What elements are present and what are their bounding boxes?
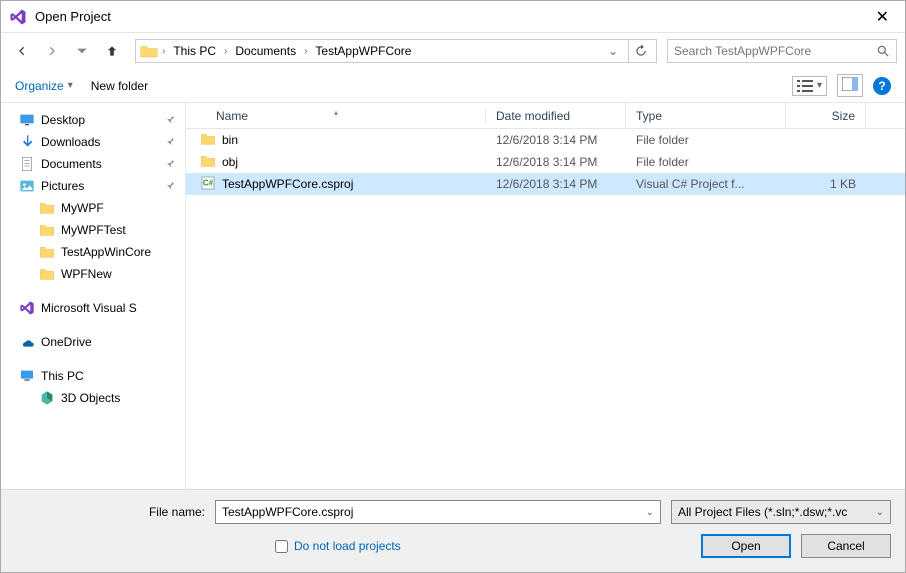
chevron-right-icon[interactable]: › xyxy=(162,46,165,57)
tree-group-3d-objects[interactable]: 3D Objects xyxy=(1,387,185,409)
tree-item-downloads[interactable]: Downloads xyxy=(1,131,185,153)
search-input[interactable] xyxy=(674,44,876,58)
column-date[interactable]: Date modified xyxy=(486,103,626,128)
column-headers: ▴ Name Date modified Type Size xyxy=(186,103,905,129)
file-list: ▴ Name Date modified Type Size bin 12/6/2… xyxy=(186,103,905,489)
tree-group-microsoft-visual-s[interactable]: Microsoft Visual S xyxy=(1,297,185,319)
chevron-down-icon[interactable]: ⌄ xyxy=(646,507,654,518)
document-icon xyxy=(19,156,35,172)
file-row[interactable]: obj 12/6/2018 3:14 PMFile folder xyxy=(186,151,905,173)
up-button[interactable] xyxy=(99,38,125,64)
back-button[interactable] xyxy=(9,38,35,64)
vs-logo-icon xyxy=(9,8,27,26)
folder-icon xyxy=(39,266,55,282)
filename-input[interactable] xyxy=(222,505,646,519)
bottom-panel: File name: ⌄ All Project Files (*.sln;*.… xyxy=(1,489,905,572)
onedrive-icon xyxy=(19,334,35,350)
help-button[interactable]: ? xyxy=(873,77,891,95)
new-folder-button[interactable]: New folder xyxy=(91,79,148,93)
file-type: Visual C# Project f... xyxy=(626,177,786,191)
pin-icon xyxy=(165,158,175,171)
download-icon xyxy=(19,134,35,150)
folder-icon xyxy=(200,153,216,172)
file-rows: bin12/6/2018 3:14 PMFile folderobj12/6/2… xyxy=(186,129,905,489)
tree-item-documents[interactable]: Documents xyxy=(1,153,185,175)
chevron-down-icon: ▾ xyxy=(817,80,822,91)
title-bar: Open Project ✕ xyxy=(1,1,905,33)
chevron-right-icon[interactable]: › xyxy=(304,46,307,57)
chevron-right-icon[interactable]: › xyxy=(224,46,227,57)
file-filter-dropdown[interactable]: All Project Files (*.sln;*.dsw;*.vc ⌄ xyxy=(671,500,891,524)
forward-button[interactable] xyxy=(39,38,65,64)
window-title: Open Project xyxy=(35,9,868,24)
breadcrumb-thispc[interactable]: This PC xyxy=(169,42,220,60)
nav-bar: › This PC › Documents › TestAppWPFCore ⌄ xyxy=(1,33,905,69)
toolbar: Organize ▾ New folder ▾ ? xyxy=(1,69,905,103)
recent-dropdown[interactable] xyxy=(69,38,95,64)
navigation-tree[interactable]: DesktopDownloadsDocumentsPicturesMyWPFMy… xyxy=(1,103,186,489)
breadcrumb-documents[interactable]: Documents xyxy=(231,42,300,60)
file-date: 12/6/2018 3:14 PM xyxy=(486,133,626,147)
tree-item-testappwincore[interactable]: TestAppWinCore xyxy=(1,241,185,263)
tree-group-this-pc[interactable]: This PC xyxy=(1,365,185,387)
pin-icon xyxy=(165,180,175,193)
cancel-button[interactable]: Cancel xyxy=(801,534,891,558)
file-row[interactable]: C# TestAppWPFCore.csproj 12/6/2018 3:14 PM… xyxy=(186,173,905,195)
chevron-down-icon[interactable]: ⌄ xyxy=(608,44,618,58)
file-date: 12/6/2018 3:14 PM xyxy=(486,177,626,191)
tree-group-onedrive[interactable]: OneDrive xyxy=(1,331,185,353)
file-name: obj xyxy=(222,155,238,169)
file-type: File folder xyxy=(626,133,786,147)
desktop-icon xyxy=(19,112,35,128)
preview-pane-button[interactable] xyxy=(837,74,863,97)
vs-icon xyxy=(19,300,35,316)
folder-icon xyxy=(200,131,216,150)
tree-item-wpfnew[interactable]: WPFNew xyxy=(1,263,185,285)
view-options-button[interactable]: ▾ xyxy=(792,76,827,96)
search-box[interactable] xyxy=(667,39,897,63)
file-name: TestAppWPFCore.csproj xyxy=(222,177,353,191)
tree-item-mywpftest[interactable]: MyWPFTest xyxy=(1,219,185,241)
pictures-icon xyxy=(19,178,35,194)
organize-menu[interactable]: Organize ▾ xyxy=(15,79,73,93)
thispc-icon xyxy=(19,368,35,384)
3d-icon xyxy=(39,390,55,406)
folder-icon xyxy=(140,44,158,58)
folder-icon xyxy=(39,200,55,216)
refresh-button[interactable] xyxy=(628,39,652,63)
tree-item-mywpf[interactable]: MyWPF xyxy=(1,197,185,219)
folder-icon xyxy=(39,244,55,260)
breadcrumb-current[interactable]: TestAppWPFCore xyxy=(311,42,415,60)
tree-item-desktop[interactable]: Desktop xyxy=(1,109,185,131)
preview-pane-icon xyxy=(842,77,858,91)
details-view-icon xyxy=(797,79,813,93)
open-button[interactable]: Open xyxy=(701,534,791,558)
chevron-down-icon: ▾ xyxy=(68,80,73,91)
search-icon xyxy=(876,44,890,58)
pin-icon xyxy=(165,114,175,127)
file-name: bin xyxy=(222,133,238,147)
filename-field[interactable]: ⌄ xyxy=(215,500,661,524)
dont-load-checkbox[interactable]: Do not load projects xyxy=(275,539,401,553)
sort-indicator-icon: ▴ xyxy=(186,108,486,117)
file-type: File folder xyxy=(626,155,786,169)
filename-label: File name: xyxy=(15,505,205,519)
column-type[interactable]: Type xyxy=(626,103,786,128)
chevron-down-icon: ⌄ xyxy=(876,507,884,518)
address-bar[interactable]: › This PC › Documents › TestAppWPFCore ⌄ xyxy=(135,39,657,63)
folder-icon xyxy=(39,222,55,238)
close-button[interactable]: ✕ xyxy=(868,3,897,31)
csproj-icon: C# xyxy=(200,175,216,194)
column-size[interactable]: Size xyxy=(786,103,866,128)
tree-item-pictures[interactable]: Pictures xyxy=(1,175,185,197)
svg-text:C#: C# xyxy=(203,178,214,187)
main-area: DesktopDownloadsDocumentsPicturesMyWPFMy… xyxy=(1,103,905,489)
file-date: 12/6/2018 3:14 PM xyxy=(486,155,626,169)
checkbox-input[interactable] xyxy=(275,540,288,553)
file-row[interactable]: bin 12/6/2018 3:14 PMFile folder xyxy=(186,129,905,151)
file-size: 1 KB xyxy=(786,177,866,191)
pin-icon xyxy=(165,136,175,149)
